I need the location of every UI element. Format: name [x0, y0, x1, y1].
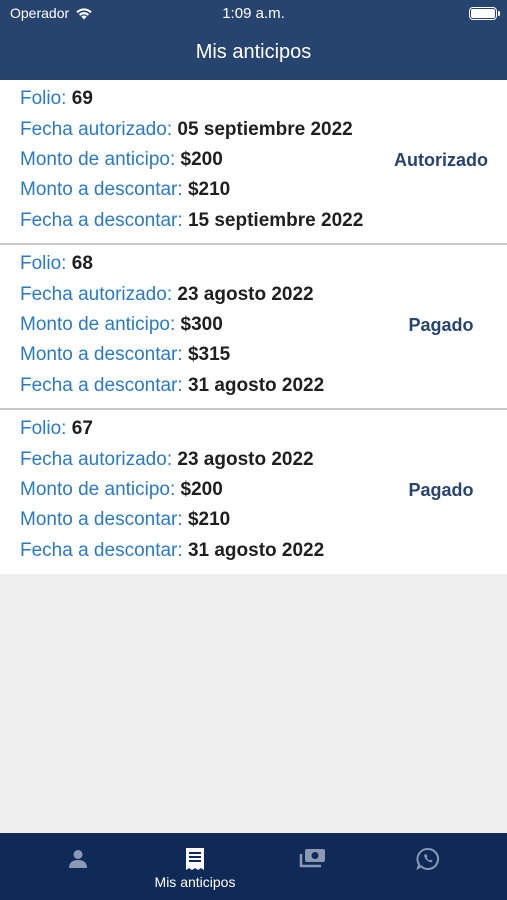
monto-descontar-value: $210	[187, 509, 231, 530]
folio-row: Folio: 67	[20, 417, 375, 441]
status-badge: Autorizado	[394, 150, 488, 170]
status-badge: Pagado	[408, 315, 474, 335]
person-icon	[69, 850, 87, 868]
fecha-descontar-value: 15 septiembre 2022	[187, 210, 364, 231]
fecha-autorizado-value: 23 agosto 2022	[177, 284, 314, 305]
anticipo-card[interactable]: Folio: 69 Fecha autorizado: 05 septiembr…	[0, 80, 507, 245]
anticipo-card[interactable]: Folio: 67 Fecha autorizado: 23 agosto 20…	[0, 410, 507, 574]
monto-anticipo-row: Monto de anticipo: $200	[20, 148, 375, 172]
fecha-descontar-value: 31 agosto 2022	[187, 375, 325, 396]
folio-label: Folio:	[20, 88, 67, 109]
fecha-descontar-row: Fecha a descontar: 15 septiembre 2022	[20, 209, 375, 233]
folio-label: Folio:	[20, 253, 67, 274]
folio-row: Folio: 68	[20, 252, 375, 276]
fecha-autorizado-label: Fecha autorizado:	[20, 119, 173, 140]
fecha-autorizado-value: 05 septiembre 2022	[177, 119, 353, 140]
folio-label: Folio:	[20, 418, 67, 439]
tab-profile[interactable]	[28, 833, 128, 900]
monto-descontar-row: Monto a descontar: $210	[20, 178, 375, 202]
status-time: 1:09 a.m.	[222, 5, 285, 22]
tab-bar: Mis anticipos	[0, 833, 507, 900]
monto-anticipo-value: $300	[180, 314, 223, 335]
document-list-icon	[186, 848, 204, 870]
monto-anticipo-row: Monto de anticipo: $200	[20, 478, 375, 502]
monto-descontar-label: Monto a descontar:	[20, 179, 183, 200]
fecha-autorizado-row: Fecha autorizado: 05 septiembre 2022	[20, 118, 375, 142]
cash-icon	[299, 849, 325, 868]
monto-descontar-row: Monto a descontar: $210	[20, 508, 375, 532]
monto-descontar-value: $210	[187, 179, 231, 200]
fecha-descontar-label: Fecha a descontar:	[20, 375, 183, 396]
fecha-autorizado-row: Fecha autorizado: 23 agosto 2022	[20, 448, 375, 472]
app-header: Operador 1:09 a.m. Mis anticipos	[0, 0, 507, 80]
battery-icon	[469, 7, 500, 20]
tab-mis-anticipos[interactable]: Mis anticipos	[140, 833, 250, 900]
anticipos-list: Folio: 69 Fecha autorizado: 05 septiembr…	[0, 80, 507, 574]
monto-anticipo-label: Monto de anticipo:	[20, 479, 176, 500]
folio-row: Folio: 69	[20, 87, 375, 111]
status-badge: Pagado	[408, 480, 474, 500]
status-bar: Operador 1:09 a.m.	[0, 0, 507, 28]
tab-label: Mis anticipos	[154, 874, 236, 890]
fecha-autorizado-label: Fecha autorizado:	[20, 284, 173, 305]
tab-whatsapp[interactable]	[378, 833, 478, 900]
fecha-descontar-row: Fecha a descontar: 31 agosto 2022	[20, 539, 375, 563]
fecha-descontar-label: Fecha a descontar:	[20, 210, 183, 231]
folio-value: 69	[71, 88, 93, 109]
monto-descontar-value: $315	[187, 344, 231, 365]
folio-value: 67	[71, 418, 93, 439]
fecha-autorizado-row: Fecha autorizado: 23 agosto 2022	[20, 283, 375, 307]
fecha-descontar-value: 31 agosto 2022	[187, 540, 325, 561]
anticipo-card[interactable]: Folio: 68 Fecha autorizado: 23 agosto 20…	[0, 245, 507, 410]
whatsapp-icon	[416, 847, 440, 871]
monto-descontar-label: Monto a descontar:	[20, 509, 183, 530]
monto-descontar-row: Monto a descontar: $315	[20, 343, 375, 367]
fecha-descontar-row: Fecha a descontar: 31 agosto 2022	[20, 374, 375, 398]
monto-anticipo-value: $200	[180, 149, 223, 170]
monto-descontar-label: Monto a descontar:	[20, 344, 183, 365]
tab-payments[interactable]	[263, 833, 363, 900]
monto-anticipo-value: $200	[180, 479, 223, 500]
folio-value: 68	[71, 253, 93, 274]
fecha-autorizado-label: Fecha autorizado:	[20, 449, 173, 470]
monto-anticipo-label: Monto de anticipo:	[20, 149, 176, 170]
fecha-descontar-label: Fecha a descontar:	[20, 540, 183, 561]
page-title: Mis anticipos	[195, 41, 312, 63]
fecha-autorizado-value: 23 agosto 2022	[177, 449, 314, 470]
monto-anticipo-label: Monto de anticipo:	[20, 314, 176, 335]
monto-anticipo-row: Monto de anticipo: $300	[20, 313, 375, 337]
